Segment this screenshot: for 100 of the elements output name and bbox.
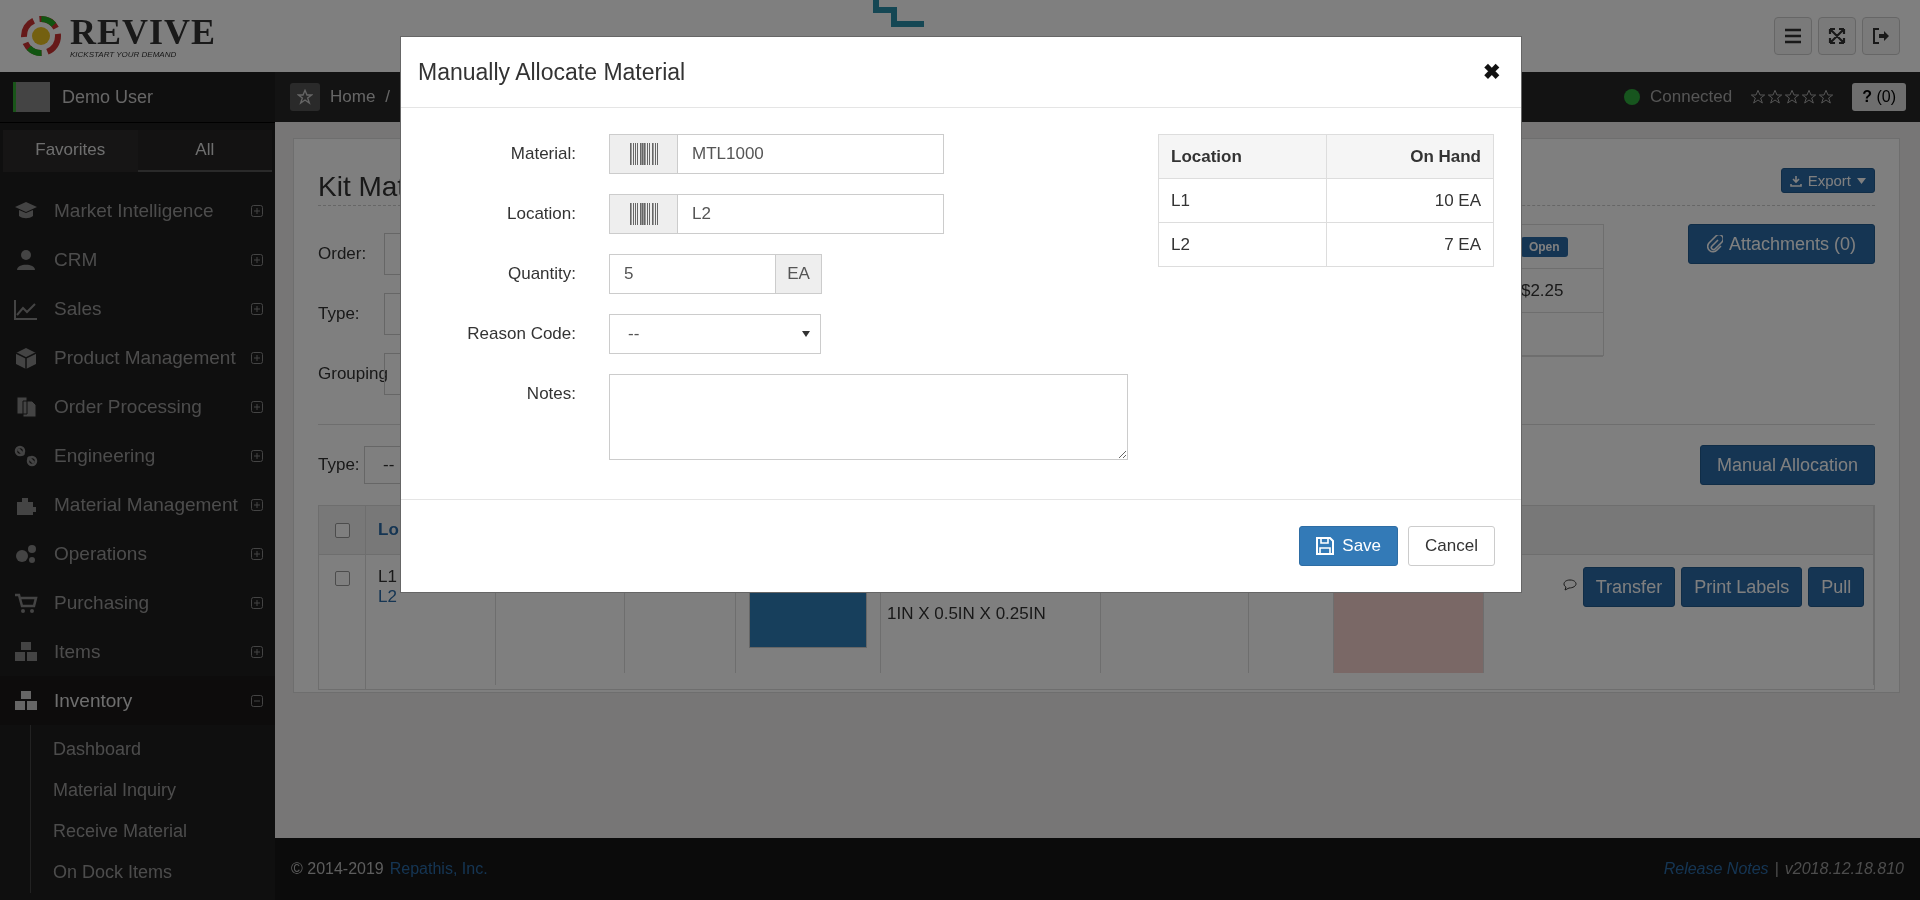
barcode-icon bbox=[629, 203, 658, 225]
expand-icon[interactable] bbox=[251, 400, 263, 413]
sidebar-subitem[interactable]: Material Inquiry bbox=[31, 770, 275, 811]
logo-tagline: KICKSTART YOUR DEMAND bbox=[70, 49, 178, 59]
expand-icon[interactable] bbox=[251, 253, 263, 266]
comment-icon[interactable] bbox=[1562, 579, 1577, 591]
column-header[interactable]: Lo bbox=[378, 520, 399, 540]
sidebar-subitem[interactable]: Dashboard bbox=[31, 729, 275, 770]
star-icon[interactable] bbox=[1801, 89, 1818, 105]
expand-icon[interactable] bbox=[251, 302, 263, 315]
manual-allocation-button[interactable]: Manual Allocation bbox=[1699, 445, 1875, 485]
star-icon[interactable] bbox=[1784, 89, 1801, 105]
price-text: $2.25 bbox=[1520, 280, 1564, 301]
expand-icon[interactable] bbox=[251, 498, 263, 511]
column-header: On Hand bbox=[1409, 145, 1482, 168]
version-text: v2018.12.18.810 bbox=[1784, 860, 1904, 878]
footer-separator: | bbox=[1774, 860, 1779, 878]
expand-icon[interactable] bbox=[251, 204, 263, 217]
row-action-button[interactable]: Pull bbox=[1808, 567, 1865, 607]
sidebar-item[interactable]: Items bbox=[0, 627, 275, 676]
caret-icon bbox=[802, 331, 810, 337]
sidebar-item[interactable]: Order Processing bbox=[0, 382, 275, 431]
close-button[interactable]: ✖ bbox=[1483, 60, 1501, 84]
logo-ring-icon bbox=[18, 13, 64, 59]
cart-icon bbox=[14, 591, 38, 614]
star-icon[interactable] bbox=[1750, 89, 1767, 105]
expand-icon[interactable] bbox=[251, 645, 263, 658]
sidebar-item[interactable]: Purchasing bbox=[0, 578, 275, 627]
menu-icon bbox=[1784, 28, 1802, 44]
row-action-button[interactable]: Print Labels bbox=[1681, 567, 1803, 607]
sidebar-tab[interactable]: All bbox=[137, 130, 272, 172]
sidebar-item[interactable]: CRM bbox=[0, 235, 275, 284]
row-action-button[interactable]: Transfer bbox=[1582, 567, 1676, 607]
field-label: Location: bbox=[506, 203, 577, 225]
favorite-button[interactable] bbox=[290, 83, 320, 111]
connection-status: Connected bbox=[1650, 87, 1733, 107]
paperclip-icon bbox=[1706, 235, 1723, 253]
attachments-button[interactable]: Attachments (0) bbox=[1687, 224, 1875, 264]
sidebar-subitem[interactable]: On Dock Items bbox=[31, 852, 275, 893]
reason-code-select[interactable]: -- bbox=[609, 314, 821, 354]
boxes-icon bbox=[14, 640, 38, 663]
text-input[interactable]: L2 bbox=[678, 194, 944, 234]
filter-label: Type: bbox=[318, 455, 361, 475]
location-text: L1 bbox=[378, 567, 398, 587]
cancel-button[interactable]: Cancel bbox=[1408, 526, 1495, 566]
sidebar-item[interactable]: Engineering bbox=[0, 431, 275, 480]
sidebar-item[interactable]: Material Management bbox=[0, 480, 275, 529]
row-checkbox[interactable] bbox=[334, 571, 350, 586]
person-icon bbox=[14, 248, 38, 271]
download-icon bbox=[1789, 174, 1802, 187]
notes-input[interactable] bbox=[609, 374, 1128, 460]
text-input[interactable]: MTL1000 bbox=[678, 134, 944, 174]
cube-icon bbox=[14, 346, 38, 369]
star-icon bbox=[297, 89, 313, 105]
fullscreen-button[interactable] bbox=[1818, 17, 1856, 55]
table-cell: L1 bbox=[1159, 179, 1327, 222]
sidebar-tab[interactable]: Favorites bbox=[3, 130, 138, 172]
modal-title: Manually Allocate Material bbox=[418, 58, 686, 86]
expand-icon[interactable] bbox=[251, 449, 263, 462]
logo-wordmark: REVIVE bbox=[70, 13, 217, 50]
chart-icon bbox=[14, 297, 38, 320]
table-cell-text: 7 EA bbox=[1443, 233, 1482, 256]
star-icon[interactable] bbox=[1767, 89, 1784, 105]
expand-icon[interactable] bbox=[251, 547, 263, 560]
barcode-scan-button[interactable] bbox=[609, 134, 678, 174]
save-button[interactable]: Save bbox=[1299, 526, 1399, 566]
floppy-disk-icon bbox=[1316, 537, 1335, 555]
sidebar-item[interactable]: Sales bbox=[0, 284, 275, 333]
column-header: Location bbox=[1159, 135, 1327, 178]
location-text: L2 bbox=[378, 587, 398, 607]
sidebar-item[interactable]: Operations bbox=[0, 529, 275, 578]
dimensions-text: 1IN X 0.5IN X 0.25IN bbox=[886, 604, 1047, 624]
caret-icon bbox=[1857, 177, 1866, 184]
breadcrumb-link[interactable]: Home bbox=[330, 87, 376, 107]
filter-label: Order: bbox=[318, 244, 368, 264]
field-label: Reason Code: bbox=[466, 323, 577, 345]
boxes-icon bbox=[14, 689, 38, 712]
copyright-text: © 2014-2019 bbox=[291, 860, 384, 878]
menu-button[interactable] bbox=[1774, 17, 1812, 55]
field-label: Material: bbox=[509, 143, 577, 165]
logout-button[interactable] bbox=[1862, 17, 1900, 55]
rating-stars[interactable] bbox=[1750, 89, 1835, 105]
logout-icon bbox=[1872, 28, 1890, 44]
select-all-checkbox[interactable] bbox=[334, 522, 350, 538]
collapse-icon[interactable] bbox=[251, 694, 263, 707]
filter-label: Type: bbox=[318, 304, 361, 324]
sidebar-item[interactable]: Product Management bbox=[0, 333, 275, 382]
sidebar-item[interactable]: Market Intelligence bbox=[0, 186, 275, 235]
star-icon[interactable] bbox=[1818, 89, 1835, 105]
barcode-icon bbox=[629, 143, 658, 165]
unit-label: EA bbox=[776, 254, 822, 294]
avatar-placeholder bbox=[13, 82, 50, 112]
quantity-input[interactable]: 5 bbox=[609, 254, 776, 294]
sidebar-subitem[interactable]: Receive Material bbox=[31, 811, 275, 852]
status-badge: Open bbox=[1520, 236, 1568, 257]
export-button[interactable]: Export bbox=[1780, 168, 1875, 193]
barcode-scan-button[interactable] bbox=[609, 194, 678, 234]
help-button[interactable]: ? (0) bbox=[1852, 83, 1906, 111]
expand-icon[interactable] bbox=[251, 596, 263, 609]
expand-icon[interactable] bbox=[251, 351, 263, 364]
